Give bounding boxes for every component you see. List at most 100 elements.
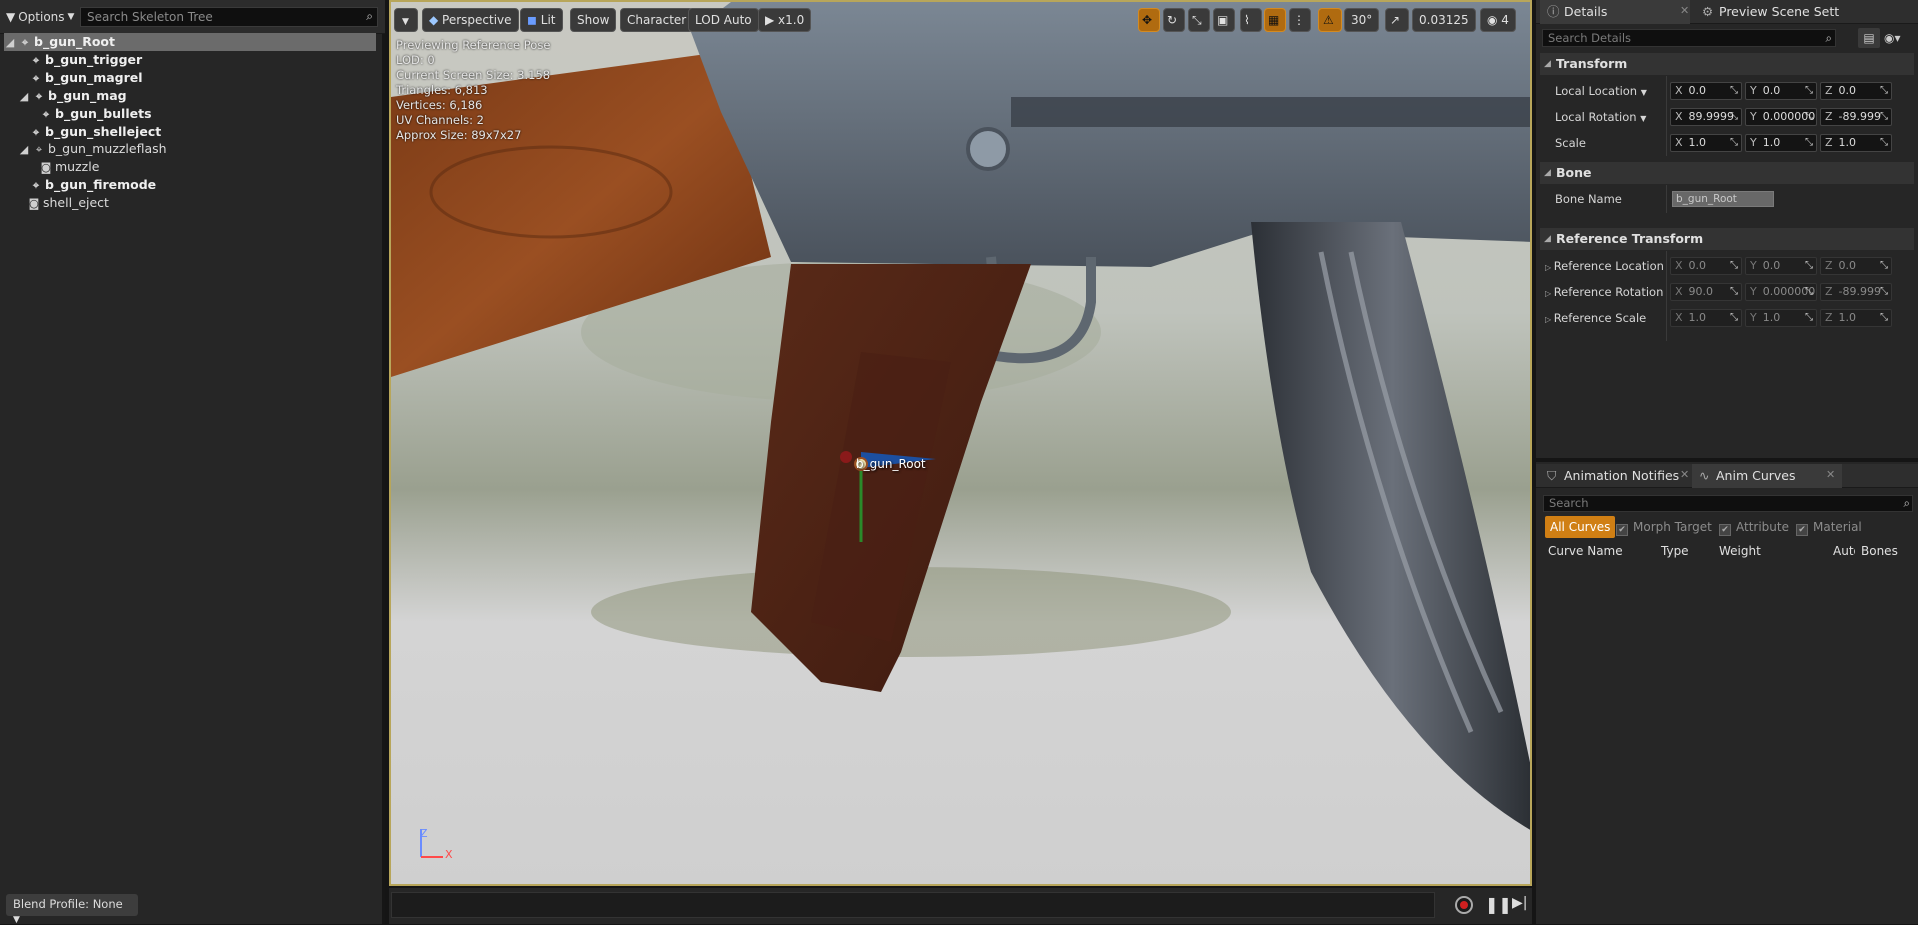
pause-button[interactable]: ❚❚	[1485, 895, 1512, 914]
tree-item-label: b_gun_trigger	[45, 52, 143, 67]
reference-location-z: Z 0.0 ⤡	[1820, 257, 1892, 275]
skeleton-search-input[interactable]: Search Skeleton Tree ⌕	[80, 7, 378, 27]
filter-all-curves[interactable]: All Curves	[1545, 516, 1616, 538]
scale-y[interactable]: Y 1.0 ⤡	[1745, 134, 1817, 152]
section-transform[interactable]: ◢ Transform	[1540, 53, 1914, 75]
column-auto[interactable]: Auto	[1833, 542, 1855, 560]
reference-location-label[interactable]: ▷ Reference Location	[1545, 255, 1664, 277]
column-bones[interactable]: Bones	[1861, 542, 1898, 560]
section-bone[interactable]: ◢ Bone	[1540, 162, 1914, 184]
local-space-button[interactable]: ▣	[1213, 8, 1235, 32]
options-dropdown[interactable]: ▼ Options ▼	[6, 7, 74, 27]
view-options-button[interactable]: ◉▾	[1884, 28, 1901, 48]
y-axis-label: Y	[1750, 84, 1757, 97]
scale-x[interactable]: X 1.0 ⤡	[1670, 134, 1742, 152]
section-transform-label: Transform	[1556, 56, 1628, 71]
panel-splitter[interactable]	[1536, 458, 1918, 462]
scale-mode-button[interactable]: ⤡	[1188, 8, 1210, 32]
play-speed-button[interactable]: ▶ x1.0	[758, 8, 812, 32]
reference-rotation-label[interactable]: ▷ Reference Rotation	[1545, 281, 1663, 303]
filter-material[interactable]: ✔ Material	[1796, 516, 1862, 538]
local-location-label[interactable]: Local Location ▼	[1555, 80, 1647, 102]
reference-rotation-y: Y 0.000000 ⤡	[1745, 283, 1817, 301]
show-button[interactable]: Show	[570, 8, 617, 32]
property-matrix-button[interactable]: ▤	[1858, 28, 1880, 48]
perspective-button[interactable]: ◆ Perspective	[422, 8, 519, 32]
value: 89.9999	[1688, 110, 1735, 123]
local-rotation-y[interactable]: Y 0.000000 ⤡	[1745, 108, 1817, 126]
scale-snap-value[interactable]: 0.03125	[1412, 8, 1476, 32]
blend-profile-dropdown[interactable]: Blend Profile: None ▼	[6, 894, 138, 925]
reset-arrow-icon: ⤡	[1805, 85, 1813, 96]
local-rotation-x[interactable]: X 89.9999 ⤡	[1670, 108, 1742, 126]
column-weight[interactable]: Weight	[1719, 542, 1761, 560]
reference-rotation-z: Z -89.999 ⤡	[1820, 283, 1892, 301]
scale-z[interactable]: Z 1.0 ⤡	[1820, 134, 1892, 152]
selected-bone-label: b_gun_Root	[856, 457, 926, 471]
tree-item-b-gun-root[interactable]: ◢ ⌖ b_gun_Root	[4, 33, 376, 51]
options-label: Options	[18, 10, 65, 24]
eye-icon: ◉▾	[1884, 31, 1901, 45]
local-rotation-label[interactable]: Local Rotation ▼	[1555, 106, 1646, 128]
local-location-x[interactable]: X 0.0 ⤡	[1670, 82, 1742, 100]
lit-button[interactable]: ◼ Lit	[520, 8, 563, 32]
translate-mode-button[interactable]: ✥	[1138, 8, 1160, 32]
tree-item-b-gun-shelleject[interactable]: ⌖ b_gun_shelleject	[30, 123, 161, 141]
tab-preview-scene[interactable]: ⚙ Preview Scene Sett	[1695, 0, 1895, 24]
local-location-z[interactable]: Z 0.0 ⤡	[1820, 82, 1892, 100]
column-type[interactable]: Type	[1661, 542, 1689, 560]
section-reference-transform[interactable]: ◢ Reference Transform	[1540, 228, 1914, 250]
tree-item-label: shell_eject	[43, 195, 109, 210]
grid-snap-value-button[interactable]: ⋮	[1289, 8, 1311, 32]
viewport[interactable]	[389, 0, 1532, 886]
details-search-input[interactable]: Search Details ⌕	[1542, 29, 1836, 47]
local-location-y[interactable]: Y 0.0 ⤡	[1745, 82, 1817, 100]
filter-attribute-label: Attribute	[1736, 520, 1789, 534]
curves-search-input[interactable]: Search ⌕	[1543, 495, 1913, 512]
tree-item-b-gun-trigger[interactable]: ⌖ b_gun_trigger	[30, 51, 142, 69]
search-icon: ⌕	[1825, 31, 1832, 45]
tab-details[interactable]: ⓘ Details	[1540, 0, 1690, 24]
bone-icon: ⌖	[42, 108, 50, 121]
filter-attribute[interactable]: ✔ Attribute	[1719, 516, 1789, 538]
tree-item-b-gun-muzzleflash[interactable]: ◢ ⌖ b_gun_muzzleflash	[18, 140, 167, 158]
close-tab-icon[interactable]: ✕	[1680, 468, 1689, 481]
surface-snap-button[interactable]: ⌇	[1240, 8, 1262, 32]
grid-snap-button[interactable]: ▦	[1264, 8, 1286, 32]
character-button[interactable]: Character	[620, 8, 694, 32]
tree-item-b-gun-magrel[interactable]: ⌖ b_gun_magrel	[30, 69, 143, 87]
filter-morph-target[interactable]: ✔ Morph Target	[1616, 516, 1712, 538]
tab-animation-notifies[interactable]: ⛉ Animation Notifies	[1540, 464, 1690, 488]
rotate-mode-button[interactable]: ↻	[1163, 8, 1185, 32]
step-forward-button[interactable]: ▶|	[1512, 895, 1527, 911]
close-tab-icon[interactable]: ✕	[1680, 4, 1689, 17]
column-curve-name[interactable]: Curve Name	[1548, 542, 1623, 560]
search-placeholder: Search Skeleton Tree	[87, 10, 213, 24]
record-button[interactable]	[1455, 896, 1473, 914]
tab-anim-curves[interactable]: ∿ Anim Curves	[1692, 464, 1842, 488]
value: 0.0	[1838, 84, 1857, 97]
tree-item-b-gun-bullets[interactable]: ⌖ b_gun_bullets	[40, 105, 152, 123]
value: 0.0	[1762, 259, 1781, 272]
camera-speed-button[interactable]: ◉ 4	[1480, 8, 1516, 32]
tree-item-shell-eject[interactable]: ◙ shell_eject	[28, 194, 109, 212]
rotation-snap-value[interactable]: 30°	[1344, 8, 1380, 32]
reference-location-text: Reference Location	[1553, 259, 1664, 273]
close-tab-icon[interactable]: ✕	[1826, 468, 1835, 481]
tree-item-muzzle[interactable]: ◙ muzzle	[40, 158, 100, 176]
timeline-scrubber[interactable]	[391, 892, 1435, 918]
viewport-menu-button[interactable]: ▼	[394, 8, 418, 32]
bone-icon: ⌖	[35, 143, 43, 156]
tree-item-b-gun-mag[interactable]: ◢ ⌖ b_gun_mag	[18, 87, 127, 105]
lod-button[interactable]: LOD Auto	[688, 8, 759, 32]
value: 0.0	[1688, 84, 1707, 97]
local-rotation-z[interactable]: Z -89.999 ⤡	[1820, 108, 1892, 126]
reset-arrow-icon: ⤡	[1805, 137, 1813, 148]
rotation-snap-button[interactable]: ⚠	[1318, 8, 1342, 32]
scale-snap-button[interactable]: ↗	[1385, 8, 1409, 32]
details-icon: ⓘ	[1547, 4, 1560, 19]
expand-arrow-icon: ▷	[1545, 263, 1554, 272]
viewport-info-overlay: Previewing Reference Pose LOD: 0 Current…	[396, 38, 550, 143]
reference-scale-label[interactable]: ▷ Reference Scale	[1545, 307, 1646, 329]
tree-item-b-gun-firemode[interactable]: ⌖ b_gun_firemode	[30, 176, 156, 194]
